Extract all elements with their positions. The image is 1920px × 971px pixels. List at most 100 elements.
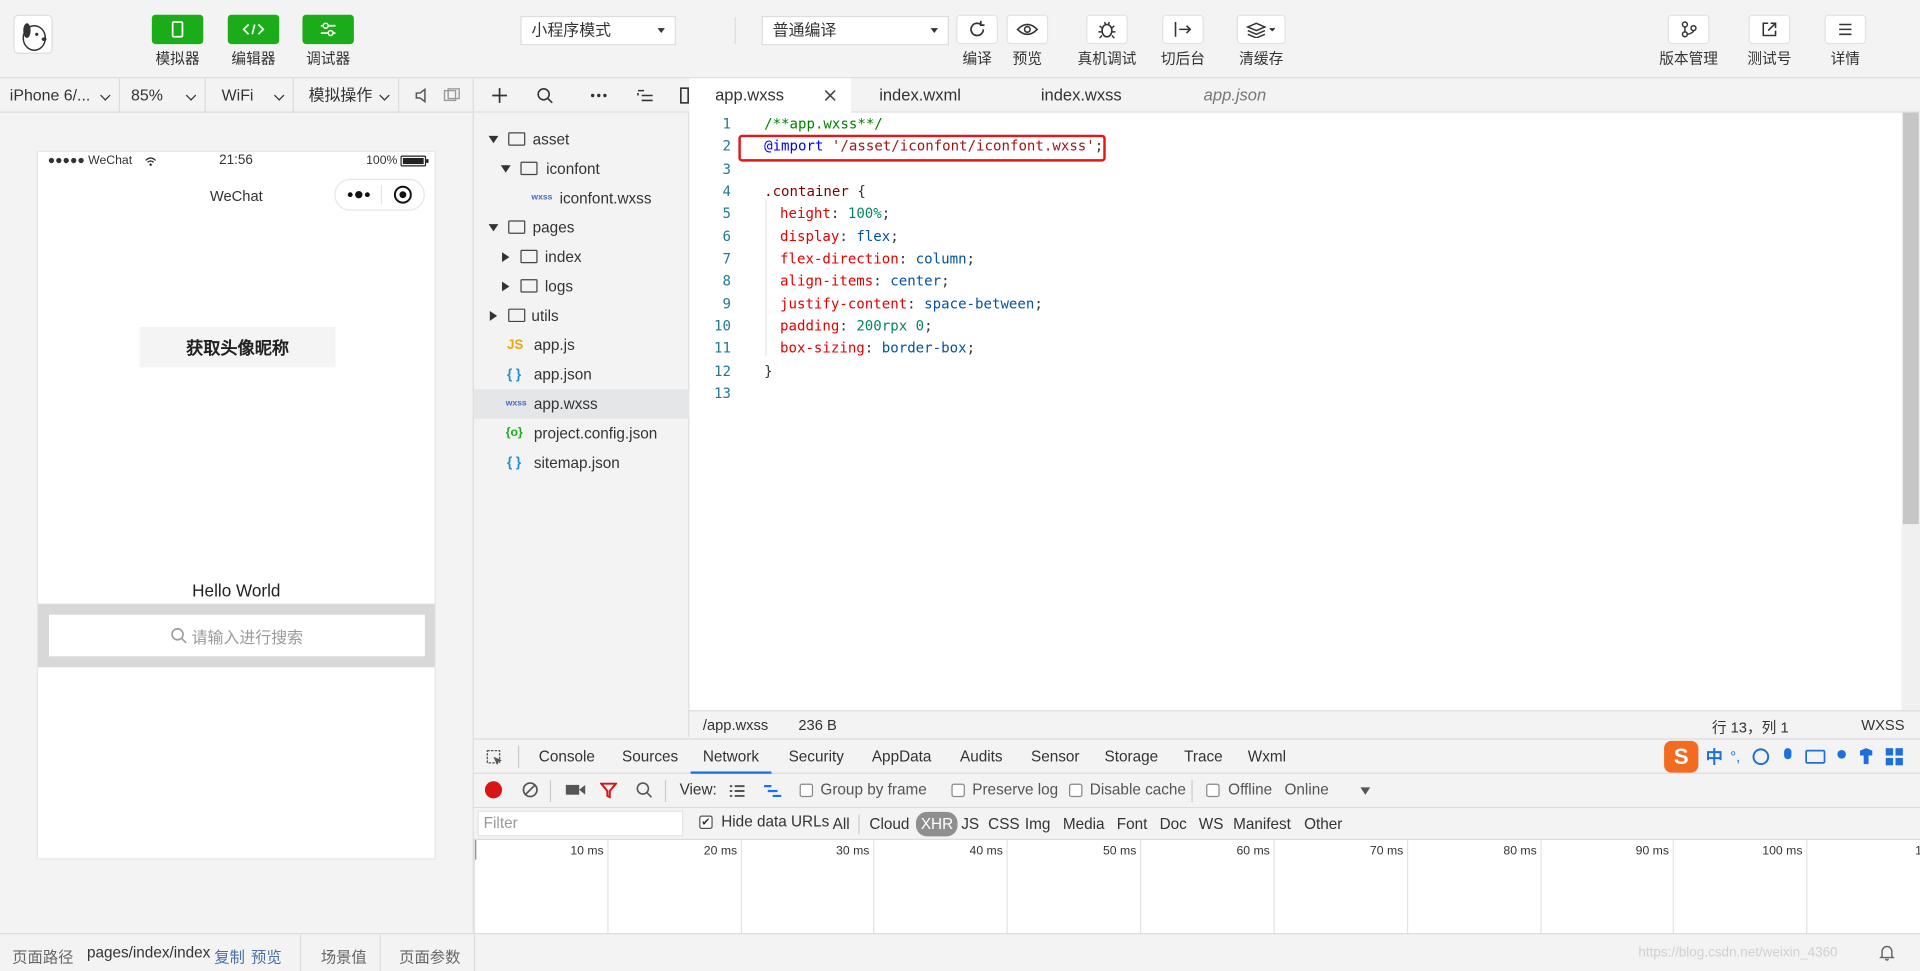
zoom-select[interactable]: 85% <box>121 78 206 113</box>
code-editor[interactable]: 1 2 3 4 5 6 7 8 9 10 11 12 13 /**app.wxs… <box>689 112 1902 711</box>
debugger-button[interactable]: 调试器 <box>302 14 354 69</box>
inspect-element-icon[interactable] <box>486 749 503 766</box>
tree-item-sitemap[interactable]: { } sitemap.json <box>474 448 690 477</box>
search-icon[interactable] <box>636 781 653 798</box>
tree-item-app-js[interactable]: JS app.js <box>474 331 690 360</box>
video-camera-icon[interactable] <box>565 784 586 796</box>
device-select[interactable]: iPhone 6/... <box>0 78 121 113</box>
editor-scroll-thumb[interactable] <box>1902 112 1919 525</box>
avatar[interactable] <box>13 14 53 54</box>
code-punct: } <box>764 362 773 380</box>
filter-font[interactable]: Font <box>1113 812 1151 836</box>
menu-capsule[interactable] <box>334 178 425 211</box>
more-icon[interactable] <box>590 93 607 98</box>
mode-select[interactable]: 小程序模式 <box>520 15 676 46</box>
devtab-sensor[interactable]: Sensor <box>1031 740 1080 774</box>
filter-js[interactable]: JS <box>958 812 983 836</box>
compile-button[interactable]: 编译 <box>956 14 998 69</box>
scene-value-button[interactable]: 场景值 <box>321 944 367 967</box>
offline-checkbox[interactable] <box>1206 783 1220 798</box>
tab-app-json[interactable]: app.json <box>1204 78 1267 112</box>
filter-all[interactable]: All <box>829 812 853 836</box>
filter-media[interactable]: Media <box>1059 812 1108 836</box>
editor-button[interactable]: 编辑器 <box>227 14 280 69</box>
tree-item-iconfont-wxss[interactable]: wxss iconfont.wxss <box>474 184 690 213</box>
preview-button[interactable]: 预览 <box>1006 14 1049 69</box>
compile-select[interactable]: 普通编译 <box>761 15 949 46</box>
devtab-sources[interactable]: Sources <box>622 740 678 774</box>
version-button[interactable]: 版本管理 <box>1659 14 1718 69</box>
line-number: 8 <box>722 271 732 289</box>
tree-item-iconfont[interactable]: iconfont <box>474 154 690 183</box>
language-mode[interactable]: WXSS <box>1861 716 1904 733</box>
copy-link[interactable]: 复制 <box>214 944 245 967</box>
devtab-console[interactable]: Console <box>539 740 595 774</box>
search-icon[interactable] <box>536 87 553 104</box>
filter-icon[interactable] <box>600 781 618 799</box>
disable-cache-checkbox[interactable] <box>1068 783 1083 798</box>
devtab-appdata[interactable]: AppData <box>872 740 932 774</box>
simulate-operation-select[interactable]: 模拟操作 <box>299 78 400 113</box>
tree-item-utils[interactable]: utils <box>474 301 690 330</box>
bell-icon[interactable] <box>1878 944 1895 961</box>
outline-icon[interactable] <box>637 88 654 103</box>
page-params-button[interactable]: 页面参数 <box>399 944 460 967</box>
tab-index-wxml[interactable]: index.wxml <box>879 78 961 112</box>
filter-other[interactable]: Other <box>1300 812 1346 836</box>
filter-doc[interactable]: Doc <box>1156 812 1191 836</box>
split-icon[interactable] <box>680 87 690 104</box>
filter-manifest[interactable]: Manifest <box>1229 812 1294 836</box>
close-circle-icon[interactable] <box>393 185 413 205</box>
tab-app-wxss[interactable]: app.wxss <box>689 78 852 114</box>
preview-link[interactable]: 预览 <box>251 944 282 967</box>
group-by-frame-checkbox[interactable] <box>799 783 814 798</box>
devtab-network[interactable]: Network <box>690 740 772 774</box>
devtab-storage[interactable]: Storage <box>1104 740 1158 774</box>
chevron-down-icon <box>500 165 511 173</box>
cursor-position[interactable]: 行 13，列 1 <box>1712 716 1789 737</box>
network-timeline[interactable]: 10 ms 20 ms 30 ms 40 ms 50 ms 60 ms 70 m… <box>473 840 1920 934</box>
test-account-button[interactable]: 测试号 <box>1747 14 1791 69</box>
filter-xhr[interactable]: XHR <box>915 811 959 837</box>
tree-item-index[interactable]: index <box>474 242 690 271</box>
tab-index-wxss[interactable]: index.wxss <box>1041 78 1122 112</box>
more-dots-icon[interactable] <box>347 190 371 200</box>
list-view-icon[interactable] <box>729 784 746 799</box>
clear-icon[interactable] <box>522 781 539 798</box>
tree-item-app-wxss[interactable]: wxss app.wxss <box>473 389 690 419</box>
timeline-tick: 40 ms <box>873 840 1006 934</box>
device-debug-button[interactable]: 真机调试 <box>1078 14 1136 69</box>
chevron-down-icon[interactable] <box>1360 787 1371 795</box>
simulator-button[interactable]: 模拟器 <box>151 14 204 69</box>
tree-item-app-json[interactable]: { } app.json <box>474 360 690 389</box>
clear-cache-button[interactable]: 清缓存 <box>1236 14 1286 69</box>
preserve-log-checkbox[interactable] <box>951 783 965 798</box>
tree-item-project-config[interactable]: {o} project.config.json <box>474 419 690 448</box>
filter-input[interactable]: Filter <box>477 810 684 837</box>
window-icon[interactable] <box>443 88 460 106</box>
hide-data-urls-checkbox[interactable]: ✔ <box>699 815 713 829</box>
devtab-security[interactable]: Security <box>789 740 844 774</box>
waterfall-view-icon[interactable] <box>763 784 783 799</box>
plus-icon[interactable] <box>491 87 508 104</box>
tree-item-logs[interactable]: logs <box>474 272 690 301</box>
devtab-audits[interactable]: Audits <box>960 740 1003 774</box>
filter-ws[interactable]: WS <box>1195 812 1227 836</box>
background-button[interactable]: 切后台 <box>1161 14 1205 69</box>
details-button[interactable]: 详情 <box>1824 14 1867 69</box>
record-icon[interactable] <box>484 781 503 799</box>
tree-item-asset[interactable]: asset <box>474 125 690 154</box>
devtab-trace[interactable]: Trace <box>1184 740 1223 774</box>
filter-img[interactable]: Img <box>1021 812 1054 836</box>
search-input[interactable]: 请输入进行搜索 <box>48 614 425 657</box>
get-profile-button[interactable]: 获取头像昵称 <box>139 326 336 368</box>
volume-icon[interactable] <box>414 87 429 108</box>
throttle-select[interactable]: Online <box>1285 781 1329 798</box>
network-select[interactable]: WiFi <box>212 78 294 113</box>
close-icon[interactable] <box>824 89 836 101</box>
tree-item-label: index <box>544 248 582 266</box>
filter-cloud[interactable]: Cloud <box>866 812 913 836</box>
filter-css[interactable]: CSS <box>984 812 1023 836</box>
tree-item-pages[interactable]: pages <box>474 213 690 242</box>
devtab-wxml[interactable]: Wxml <box>1248 740 1286 774</box>
